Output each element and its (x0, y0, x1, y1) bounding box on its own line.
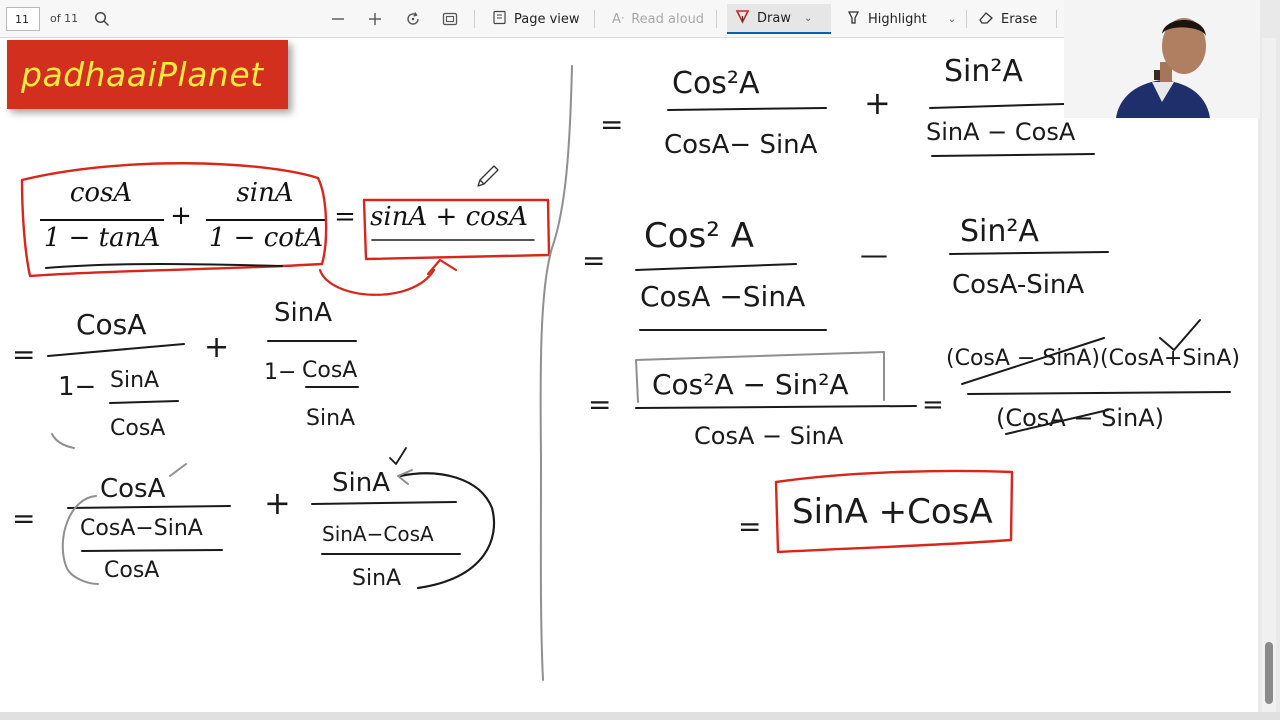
step1-den2-num: CosA (302, 358, 358, 383)
scrollbar-thumb[interactable] (1265, 642, 1273, 704)
zoom-in-icon[interactable] (365, 9, 385, 29)
step4-denominator2: CosA-SinA (952, 270, 1085, 300)
presenter-avatar (1064, 0, 1260, 118)
page-view-button[interactable]: Page view (484, 4, 588, 34)
zoom-out-icon[interactable] (328, 9, 348, 29)
rotate-icon[interactable] (403, 9, 423, 29)
chevron-down-icon[interactable]: ⌄ (804, 13, 812, 24)
step1-den1-num: SinA (110, 368, 160, 393)
step5-denominator: CosA − SinA (694, 422, 844, 450)
erase-label: Erase (1001, 11, 1038, 27)
step3-plus: + (864, 84, 891, 122)
step2-den1-den: CosA (104, 558, 160, 583)
draw-button[interactable]: Draw ⌄ (727, 4, 831, 34)
step1-den1-den: CosA (110, 416, 166, 441)
page-view-icon (492, 10, 507, 29)
page-number-input[interactable]: 11 (6, 7, 40, 31)
pdf-page[interactable]: padhaaiPlanet cosA 1 − tanA + sinA 1 − c… (0, 38, 1258, 712)
step4-numerator2: Sin²A (960, 214, 1039, 249)
chevron-down-icon[interactable]: ⌄ (948, 14, 956, 25)
step5-equals2: = (922, 390, 944, 420)
step5-numerator2: (CosA − SinA)(CosA+SinA) (946, 346, 1240, 371)
step3-numerator1: Cos²A (672, 66, 760, 101)
presenter-webcam (1064, 0, 1260, 118)
eraser-icon (978, 10, 994, 29)
step1-den2-prefix: 1− (264, 360, 297, 385)
step4-denominator1: CosA −SinA (640, 280, 806, 313)
fit-page-icon[interactable] (440, 9, 460, 29)
step2-numerator2: SinA (332, 468, 390, 498)
bottom-edge (0, 712, 1280, 720)
step3-equals: = (600, 108, 624, 141)
highlight-button[interactable]: Highlight ⌄ (838, 4, 964, 34)
step5-denominator2: (CosA − SinA) (996, 404, 1164, 432)
step3-numerator2: Sin²A (944, 54, 1023, 89)
pdf-toolbar: 11 of 11 Page view Aᐧ Read aloud Draw ⌄ … (0, 0, 1064, 38)
read-aloud-label: Read aloud (631, 11, 705, 27)
step2-plus: + (264, 484, 291, 522)
step5-equals: = (588, 388, 612, 421)
step1-equals: = (12, 338, 36, 371)
read-aloud-icon: Aᐧ (612, 11, 625, 27)
step2-equals: = (12, 502, 36, 535)
erase-button[interactable]: Erase (970, 4, 1045, 34)
read-aloud-button[interactable]: Aᐧ Read aloud (604, 4, 712, 34)
step4-equals: = (582, 244, 606, 277)
draw-pen-icon (735, 9, 750, 28)
step5-numerator: Cos²A − Sin²A (652, 368, 849, 401)
final-answer: SinA +CosA (792, 492, 993, 532)
step3-denominator2: SinA − CosA (926, 118, 1076, 146)
page-view-label: Page view (514, 11, 580, 27)
page-total-label: of 11 (50, 12, 79, 25)
step1-den1-prefix: 1− (58, 372, 97, 402)
step2-den1-num: CosA−SinA (80, 516, 203, 541)
vertical-scrollbar[interactable] (1262, 38, 1276, 712)
search-icon[interactable] (92, 9, 112, 29)
step1-numerator2: SinA (274, 298, 332, 328)
step2-numerator1: CosA (100, 474, 166, 504)
highlight-label: Highlight (868, 11, 927, 27)
final-equals: = (738, 510, 762, 543)
step1-plus: + (204, 330, 230, 365)
step1-den2-den: SinA (306, 406, 356, 431)
step1-numerator1: CosA (76, 308, 147, 341)
highlighter-icon (846, 10, 861, 29)
step4-numerator1: Cos² A (644, 216, 754, 256)
draw-label: Draw (757, 10, 791, 26)
step3-denominator1: CosA− SinA (664, 130, 818, 160)
step2-den2-den: SinA (352, 566, 402, 591)
step2-den2-num: SinA−CosA (322, 522, 434, 546)
step4-minus: — (860, 238, 888, 271)
